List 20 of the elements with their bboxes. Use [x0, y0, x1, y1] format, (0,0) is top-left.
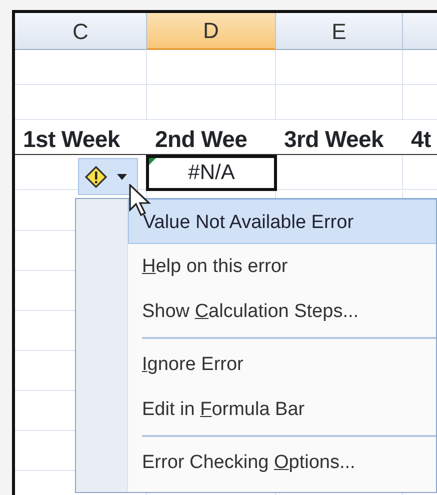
column-header[interactable]: E	[276, 13, 403, 50]
warning-icon	[85, 166, 107, 188]
grid-cell[interactable]	[276, 50, 403, 85]
menu-item[interactable]: Value Not Available Error	[128, 199, 436, 244]
grid-cell[interactable]	[147, 85, 276, 120]
caret-icon	[117, 174, 127, 180]
grid-cell[interactable]	[276, 85, 403, 120]
column-header[interactable]: C	[15, 13, 147, 50]
grid-cell[interactable]	[276, 155, 403, 190]
menu-item[interactable]: Error Checking Options...	[128, 440, 436, 485]
active-cell[interactable]: #N/A	[146, 155, 277, 191]
grid-cell[interactable]	[15, 85, 147, 120]
column-header[interactable]: D	[147, 13, 276, 50]
menu-item[interactable]: Edit in Formula Bar	[128, 387, 436, 432]
grid-cell[interactable]	[15, 50, 147, 85]
grid-cell[interactable]	[147, 50, 276, 85]
menu-item[interactable]: Help on this error	[128, 244, 436, 289]
menu-item[interactable]: Show Calculation Steps...	[128, 289, 436, 334]
menu-item[interactable]: Ignore Error	[128, 342, 436, 387]
error-options-button[interactable]	[78, 158, 138, 195]
